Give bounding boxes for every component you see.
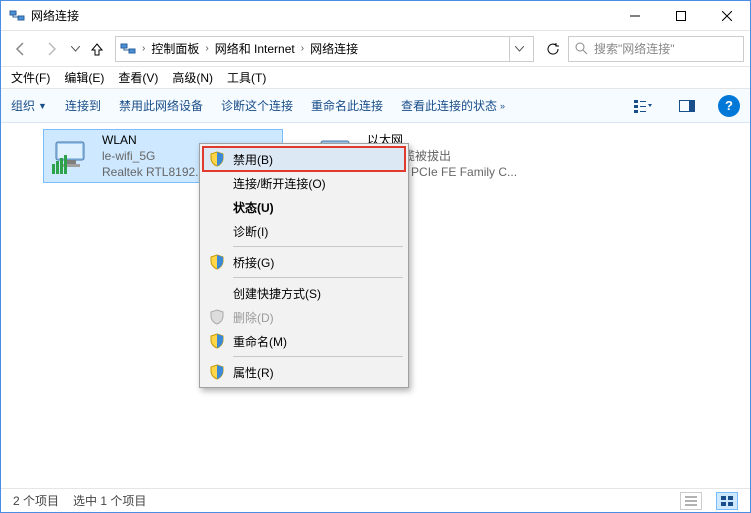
- search-placeholder: 搜索"网络连接": [594, 40, 675, 57]
- help-button[interactable]: ?: [718, 95, 740, 117]
- wifi-adapter-icon: [50, 134, 94, 178]
- menu-tools[interactable]: 工具(T): [227, 69, 266, 86]
- ctx-bridge[interactable]: 桥接(G): [203, 250, 405, 274]
- breadcrumb-item[interactable]: 控制面板: [151, 40, 199, 57]
- chevron-right-icon[interactable]: ›: [142, 43, 145, 54]
- minimize-button[interactable]: [612, 1, 658, 31]
- large-icons-view-button[interactable]: [716, 492, 738, 510]
- ctx-diagnose[interactable]: 诊断(I): [203, 219, 405, 243]
- context-menu: 禁用(B) 连接/断开连接(O) 状态(U) 诊断(I) 桥接(G) 创建快捷方…: [199, 143, 409, 388]
- ctx-separator: [233, 277, 403, 278]
- search-input[interactable]: 搜索"网络连接": [568, 36, 744, 62]
- details-view-button[interactable]: [680, 492, 702, 510]
- forward-button[interactable]: [37, 35, 65, 63]
- menubar: 文件(F) 编辑(E) 查看(V) 高级(N) 工具(T): [1, 67, 750, 89]
- content-area: WLAN le-wifi_5G Realtek RTL8192... 以太网 网…: [1, 123, 750, 488]
- search-icon: [575, 42, 588, 55]
- shield-icon: [209, 333, 225, 349]
- ctx-disable[interactable]: 禁用(B): [203, 147, 405, 171]
- connection-ssid: le-wifi_5G: [102, 148, 205, 164]
- ctx-status[interactable]: 状态(U): [203, 195, 405, 219]
- shield-icon: [209, 364, 225, 380]
- shield-icon: [209, 254, 225, 270]
- view-options-button[interactable]: [630, 93, 656, 119]
- ctx-properties[interactable]: 属性(R): [203, 360, 405, 384]
- cmd-connect[interactable]: 连接到: [65, 97, 101, 114]
- menu-advanced[interactable]: 高级(N): [172, 69, 213, 86]
- command-bar: 组织 ▼ 连接到 禁用此网络设备 诊断这个连接 重命名此连接 查看此连接的状态 …: [1, 89, 750, 123]
- breadcrumb-item[interactable]: 网络和 Internet: [215, 40, 295, 57]
- status-selected-count: 选中 1 个项目: [73, 492, 146, 509]
- ctx-separator: [233, 246, 403, 247]
- chevron-right-icon[interactable]: ›: [205, 43, 208, 54]
- preview-pane-button[interactable]: [674, 93, 700, 119]
- connection-adapter: Realtek RTL8192...: [102, 164, 205, 178]
- cmd-organize[interactable]: 组织 ▼: [11, 97, 47, 114]
- menu-view[interactable]: 查看(V): [118, 69, 158, 86]
- menu-file[interactable]: 文件(F): [11, 69, 50, 86]
- close-button[interactable]: [704, 1, 750, 31]
- network-connections-icon: [9, 8, 25, 24]
- navbar: › 控制面板 › 网络和 Internet › 网络连接 搜索"网络连接": [1, 31, 750, 67]
- ctx-rename[interactable]: 重命名(M): [203, 329, 405, 353]
- statusbar: 2 个项目 选中 1 个项目: [1, 488, 750, 512]
- maximize-button[interactable]: [658, 1, 704, 31]
- shield-icon: [209, 309, 225, 325]
- ctx-connect-disconnect[interactable]: 连接/断开连接(O): [203, 171, 405, 195]
- cmd-diagnose[interactable]: 诊断这个连接: [221, 97, 293, 114]
- up-button[interactable]: [85, 37, 109, 61]
- ctx-create-shortcut[interactable]: 创建快捷方式(S): [203, 281, 405, 305]
- cmd-disable-device[interactable]: 禁用此网络设备: [119, 97, 203, 114]
- window-title: 网络连接: [31, 7, 612, 24]
- network-connections-icon: [120, 41, 136, 57]
- ctx-separator: [233, 356, 403, 357]
- status-item-count: 2 个项目: [13, 492, 59, 509]
- cmd-view-status[interactable]: 查看此连接的状态 »: [401, 97, 505, 114]
- titlebar: 网络连接: [1, 1, 750, 31]
- address-dropdown[interactable]: [509, 37, 529, 61]
- ctx-delete: 删除(D): [203, 305, 405, 329]
- connection-name: WLAN: [102, 134, 205, 148]
- menu-edit[interactable]: 编辑(E): [64, 69, 104, 86]
- history-dropdown[interactable]: [67, 35, 83, 63]
- address-bar[interactable]: › 控制面板 › 网络和 Internet › 网络连接: [115, 36, 534, 62]
- chevron-right-icon[interactable]: ›: [301, 43, 304, 54]
- breadcrumb-item[interactable]: 网络连接: [310, 40, 358, 57]
- refresh-button[interactable]: [540, 36, 566, 62]
- cmd-rename[interactable]: 重命名此连接: [311, 97, 383, 114]
- back-button[interactable]: [7, 35, 35, 63]
- shield-icon: [209, 151, 225, 167]
